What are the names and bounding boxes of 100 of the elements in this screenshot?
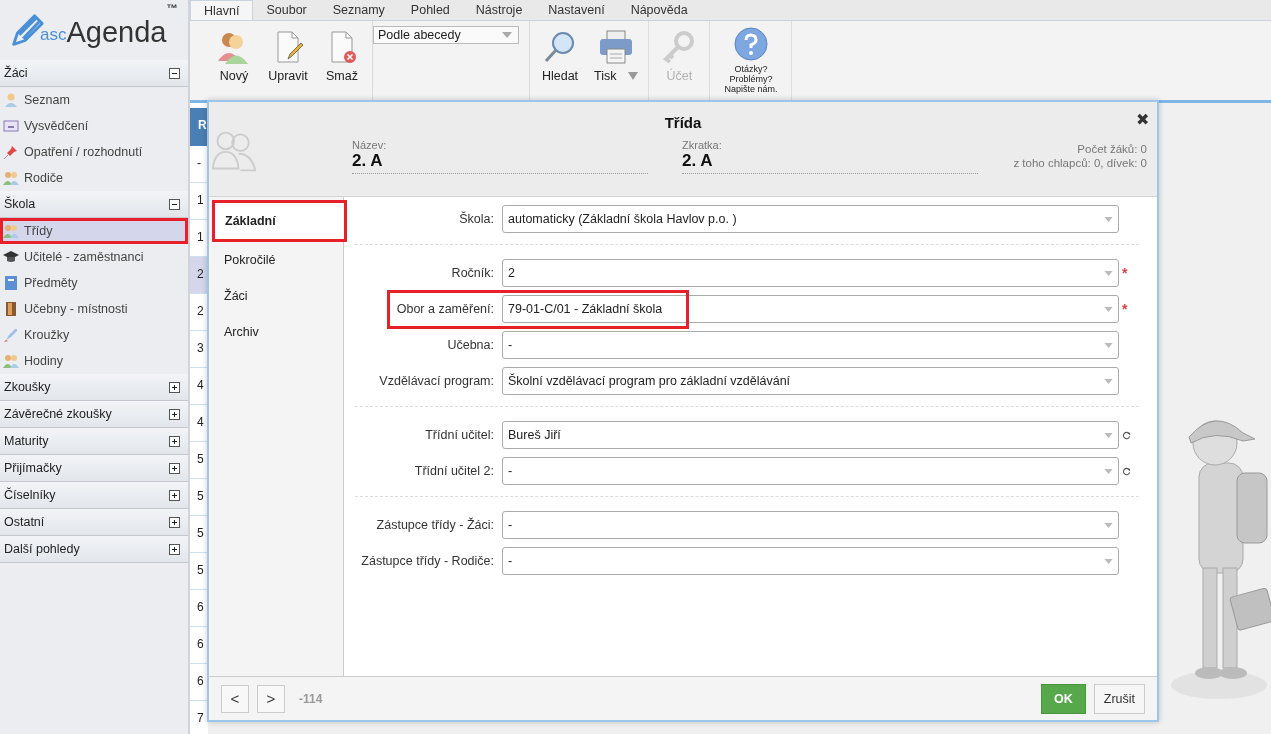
record-id: -114	[299, 691, 323, 706]
field-label: Zkratka:	[682, 139, 723, 151]
ribbon-tab[interactable]: Hlavní	[190, 0, 254, 20]
sidebar-item[interactable]: Rodiče	[0, 165, 188, 191]
sidebar-item[interactable]: Hodiny	[0, 348, 188, 374]
sidebar-section-header[interactable]: Ostatní	[0, 509, 188, 536]
logo-prefix: asc	[40, 25, 67, 44]
field-label: Název:	[352, 139, 388, 151]
sidebar-item[interactable]: Učitelé - zaměstnanci	[0, 244, 188, 270]
select-field[interactable]: -	[502, 331, 1119, 359]
table-header: R	[190, 108, 208, 146]
sidebar-section-header[interactable]: Další pohledy	[0, 536, 188, 563]
sidebar-item[interactable]: Učebny - místnosti	[0, 296, 188, 322]
printer-icon	[598, 29, 635, 65]
dialog-tab[interactable]: Žáci	[212, 278, 343, 314]
certificate-icon	[3, 118, 19, 134]
help-button[interactable]: Otázky? Problémy? Napište nám.	[716, 27, 786, 94]
ribbon-tab[interactable]: Nástroje	[462, 0, 536, 20]
select-field[interactable]: Školní vzdělávací program pro základní vzdělávání	[502, 367, 1119, 395]
sidebar-item[interactable]: Vysvědčení	[0, 113, 188, 139]
people-icon	[3, 353, 19, 369]
dialog-title: Třída	[664, 113, 702, 131]
expand-icon[interactable]	[169, 516, 180, 528]
section-title: Zkoušky	[4, 380, 51, 394]
field-label: Obor a zaměření:	[395, 302, 495, 316]
sidebar-section-header[interactable]: Přijímačky	[0, 455, 188, 482]
question-mark-icon	[733, 27, 768, 61]
field-value: 2. A	[682, 151, 714, 171]
toolbar-button[interactable]: Nový	[210, 27, 258, 85]
sidebar-item[interactable]: Kroužky	[0, 322, 188, 348]
sidebar-section-header[interactable]: Žáci	[0, 60, 188, 87]
dropdown-caret-icon	[1104, 270, 1113, 276]
field-label: Ročník:	[450, 266, 495, 280]
select-field[interactable]: -	[502, 511, 1119, 539]
ribbon-tab[interactable]: Pohled	[397, 0, 463, 20]
field-label: Škola:	[458, 212, 495, 226]
dropdown-caret-icon	[1104, 522, 1113, 528]
sidebar-section-header[interactable]: Maturity	[0, 428, 188, 455]
field-value: 2. A	[352, 151, 384, 171]
refresh-icon[interactable]	[1122, 430, 1131, 440]
people-icon	[3, 223, 19, 239]
graduation-cap-icon	[3, 249, 19, 265]
field-label: Učebna:	[446, 338, 495, 352]
section-title: Ostatní	[4, 515, 45, 529]
sidebar-item[interactable]: Třídy	[0, 218, 188, 244]
expand-icon[interactable]	[169, 462, 180, 474]
cancel-button[interactable]: Zrušit	[1093, 683, 1145, 714]
sidebar-section-header[interactable]: Závěrečné zkoušky	[0, 401, 188, 428]
sidebar-section-header[interactable]: Číselníky	[0, 482, 188, 509]
toolbar-button[interactable]: Tisk	[590, 27, 643, 85]
student-count-text: Počet žáků: 0	[1077, 142, 1147, 156]
field-label: Zástupce třídy - Žáci:	[375, 518, 495, 532]
expand-icon[interactable]	[169, 408, 180, 420]
refresh-icon[interactable]	[1122, 466, 1131, 476]
sidebar-section-header[interactable]: Zkoušky	[0, 374, 188, 401]
toolbar-button[interactable]: Hledat	[536, 27, 584, 85]
name-field[interactable]: Název: 2. A	[352, 139, 648, 174]
sidebar-item[interactable]: Seznam	[0, 87, 188, 113]
sidebar-item[interactable]: Předměty	[0, 270, 188, 296]
sort-dropdown[interactable]: Podle abecedy	[373, 26, 519, 44]
collapse-icon[interactable]	[169, 198, 180, 210]
name-field[interactable]: Zkratka: 2. A	[682, 139, 978, 174]
student-count-text: z toho chlapců: 0, dívek: 0	[1013, 156, 1147, 170]
toolbar-button[interactable]: Smaž	[318, 27, 366, 85]
collapse-icon[interactable]	[169, 67, 180, 79]
sidebar-item[interactable]: Opatření / rozhodnutí	[0, 139, 188, 165]
select-field[interactable]: Bureš Jiří	[502, 421, 1119, 449]
select-field[interactable]: automaticky (Základní škola Havlov p.o. )	[502, 205, 1119, 233]
ribbon-tab[interactable]: Nastavení	[535, 0, 618, 20]
sidebar-section-header[interactable]: Škola	[0, 191, 188, 218]
select-field[interactable]: -	[502, 457, 1119, 485]
dialog-tab[interactable]: Archiv	[212, 314, 343, 350]
expand-icon[interactable]	[169, 381, 180, 393]
next-button[interactable]: >	[257, 684, 285, 713]
toolbar-button[interactable]: Upravit	[264, 27, 312, 85]
select-field[interactable]: -	[502, 547, 1119, 575]
field-label: Třídní učitel 2:	[413, 464, 495, 478]
section-title: Žáci	[4, 66, 28, 80]
ribbon-tab[interactable]: Soubor	[253, 0, 320, 20]
expand-icon[interactable]	[169, 489, 180, 501]
table-cell[interactable]: 2	[190, 257, 208, 294]
ribbon-tab[interactable]: Nápověda	[617, 0, 701, 20]
trademark: ™	[166, 2, 178, 14]
close-button[interactable]: ✖	[1136, 110, 1149, 129]
expand-icon[interactable]	[169, 435, 180, 447]
logo-name: Agenda	[66, 18, 167, 46]
expand-icon[interactable]	[169, 543, 180, 555]
field-label: Vzdělávací program:	[378, 374, 495, 388]
dialog-tab[interactable]: Základní	[212, 200, 347, 242]
select-field[interactable]: 79-01-C/01 - Základní škola	[502, 295, 1119, 323]
section-title: Závěrečné zkoušky	[4, 407, 112, 421]
section-title: Přijímačky	[4, 461, 62, 475]
people-icon	[3, 170, 19, 186]
dropdown-caret-icon	[1104, 216, 1113, 222]
select-field[interactable]: 2	[502, 259, 1119, 287]
ribbon-tab[interactable]: Seznamy	[319, 0, 398, 20]
previous-button[interactable]: <	[221, 684, 249, 713]
dropdown-caret-icon[interactable]	[628, 71, 639, 81]
dialog-tab[interactable]: Pokročilé	[212, 242, 343, 278]
door-icon	[3, 301, 19, 317]
